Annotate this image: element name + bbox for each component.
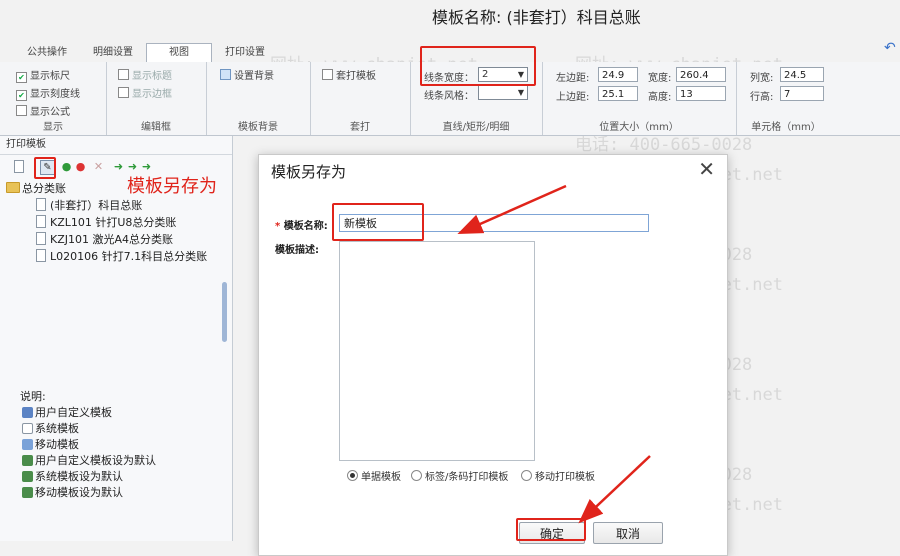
group-edit-frame: 显示标题 显示边框 编辑框 <box>106 62 207 135</box>
document-icon <box>36 232 46 245</box>
approve-icon[interactable]: ● <box>60 160 73 173</box>
show-border-checkbox[interactable]: 显示边框 <box>118 85 172 100</box>
tab-detail-settings[interactable]: 明细设置 <box>84 44 142 61</box>
annotation-save-as: 模板另存为 <box>127 176 217 197</box>
width-input[interactable]: 260.4 <box>676 67 726 82</box>
highlight-line-width <box>420 46 536 86</box>
col-width-input[interactable]: 24.5 <box>780 67 824 82</box>
width-label: 宽度: <box>648 73 672 84</box>
top-margin-input[interactable]: 25.1 <box>598 86 638 101</box>
col-width-label: 列宽: <box>750 73 774 84</box>
group-label: 单元格（mm） <box>751 122 821 133</box>
description-label: 模板描述: <box>275 245 319 256</box>
user-template-icon <box>22 407 33 418</box>
checkbox-checked-icon: ✔ <box>16 72 27 83</box>
group-display: ✔ 显示标尺 ✔ 显示刻度线 显示公式 显示 <box>0 62 107 135</box>
row-height-label: 行高: <box>750 92 774 103</box>
set-default-icon[interactable]: ➜ <box>112 160 125 173</box>
left-margin-label: 左边距: <box>556 73 590 84</box>
group-label: 编辑框 <box>141 122 171 133</box>
line-style-select[interactable]: ▼ <box>478 85 528 100</box>
group-background: 设置背景 模板背景 <box>206 62 311 135</box>
system-default-icon <box>22 471 33 482</box>
image-icon <box>220 69 231 80</box>
dropdown-arrow-icon: ▼ <box>517 88 524 97</box>
height-input[interactable]: 13 <box>676 86 726 101</box>
delete-icon[interactable]: ● <box>74 160 87 173</box>
group-position: 左边距: 24.9 宽度: 260.4 上边距: 25.1 高度: 13 位置大… <box>542 62 737 135</box>
dialog-title: 模板另存为 <box>271 163 347 181</box>
group-cell: 列宽: 24.5 行高: 7 单元格（mm） <box>736 62 836 135</box>
disabled-delete-icon: ✕ <box>93 160 104 173</box>
user-default-icon <box>22 455 33 466</box>
tree-root[interactable]: 总分类账 <box>6 180 66 196</box>
show-title-checkbox[interactable]: 显示标题 <box>118 67 172 82</box>
highlight-name-field <box>332 203 424 241</box>
overlay-template-checkbox[interactable]: 套打模板 <box>322 67 376 82</box>
title-bar: 模板名称: (非套打）科目总账 <box>0 0 900 40</box>
document-icon <box>36 215 46 228</box>
name-label: * 模板名称: <box>275 221 328 232</box>
legend-item: 移动模板设为默认 <box>22 484 123 500</box>
radio-label-barcode-template[interactable]: 标签/条码打印模板 <box>411 468 508 483</box>
group-label: 显示 <box>43 122 63 133</box>
legend-item: 用户自定义模板设为默认 <box>22 452 156 468</box>
height-label: 高度: <box>648 92 672 103</box>
legend-title: 说明: <box>20 390 46 403</box>
scrollbar-thumb[interactable] <box>222 282 227 342</box>
document-icon <box>36 198 46 211</box>
template-title: 模板名称: (非套打）科目总账 <box>432 8 641 27</box>
new-template-icon[interactable] <box>12 160 25 173</box>
system-template-icon <box>22 423 33 434</box>
radio-document-template[interactable]: 单据模板 <box>347 468 401 483</box>
show-formula-checkbox[interactable]: 显示公式 <box>16 103 70 118</box>
mobile-template-icon <box>22 439 33 450</box>
panel-header: 打印模板 <box>0 136 232 155</box>
document-icon <box>36 249 46 262</box>
folder-icon <box>6 182 20 193</box>
legend-item: 系统模板设为默认 <box>22 468 123 484</box>
tree-item[interactable]: KZJ101 激光A4总分类账 <box>36 231 173 247</box>
undo-icon[interactable]: ↶ <box>884 40 896 56</box>
group-overlay: 套打模板 套打 <box>310 62 411 135</box>
group-label: 直线/矩形/明细 <box>442 122 510 133</box>
line-style-label: 线条风格： <box>424 91 474 102</box>
legend-item: 用户自定义模板 <box>22 404 112 420</box>
legend-item: 系统模板 <box>22 420 79 436</box>
tree-item[interactable]: (非套打）科目总账 <box>36 197 142 213</box>
show-ruler-checkbox[interactable]: ✔ 显示标尺 <box>16 67 70 83</box>
show-scale-checkbox[interactable]: ✔ 显示刻度线 <box>16 85 80 101</box>
top-margin-label: 上边距: <box>556 92 590 103</box>
description-textarea[interactable] <box>339 241 535 461</box>
row-height-input[interactable]: 7 <box>780 86 824 101</box>
tab-print-settings[interactable]: 打印设置 <box>216 44 274 61</box>
legend-item: 移动模板 <box>22 436 79 452</box>
save-as-dialog: 模板另存为 ✕ * 模板名称: 新模板 模板描述: 单据模板 标签/条码打印模板… <box>258 154 728 556</box>
mobile-default-icon <box>22 487 33 498</box>
set-background-button[interactable]: 设置背景 <box>220 67 274 82</box>
tree-item[interactable]: KZL101 针打U8总分类账 <box>36 214 176 230</box>
left-margin-input[interactable]: 24.9 <box>598 67 638 82</box>
highlight-ok-button <box>516 518 586 541</box>
close-icon[interactable]: ✕ <box>698 157 715 181</box>
tab-view[interactable]: 视图 <box>146 43 212 63</box>
radio-mobile-print-template[interactable]: 移动打印模板 <box>521 468 595 483</box>
highlight-save-as-icon <box>34 157 56 179</box>
checkbox-checked-icon: ✔ <box>16 90 27 101</box>
group-label: 位置大小（mm） <box>599 122 679 133</box>
group-label: 套打 <box>350 122 370 133</box>
tab-common-ops[interactable]: 公共操作 <box>18 44 76 61</box>
tree-item[interactable]: L020106 针打7.1科目总分类账 <box>36 248 207 264</box>
group-label: 模板背景 <box>238 122 278 133</box>
